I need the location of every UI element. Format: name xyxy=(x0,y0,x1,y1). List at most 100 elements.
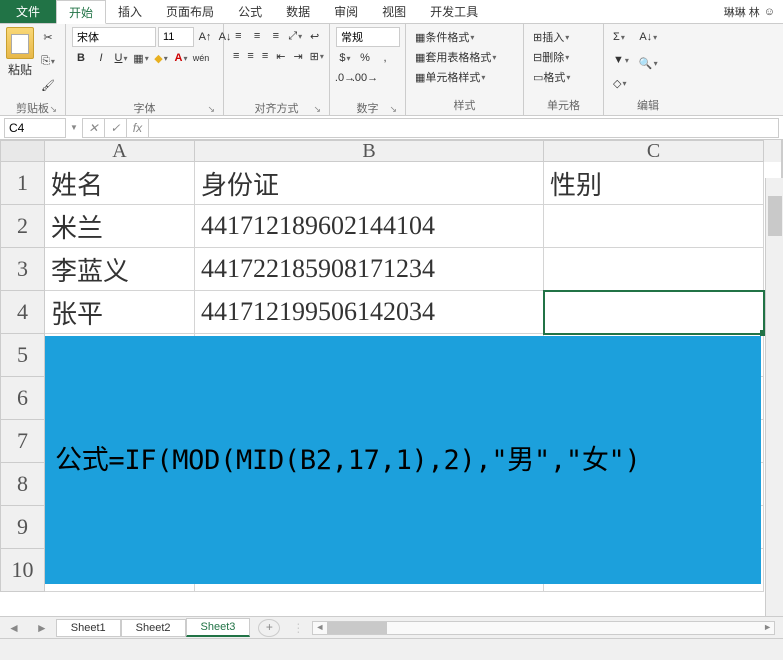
fx-cancel-button[interactable]: ✕ xyxy=(82,119,104,137)
row-header[interactable]: 4 xyxy=(0,291,45,334)
format-painter-button[interactable]: 🖌 xyxy=(38,75,58,95)
row-header[interactable]: 8 xyxy=(0,463,45,506)
align-launcher[interactable]: ↘ xyxy=(230,104,321,115)
cut-button[interactable]: ✂ xyxy=(40,27,55,47)
number-launcher[interactable]: ↘ xyxy=(336,104,397,115)
col-header-B[interactable]: B xyxy=(195,140,544,162)
paste-icon[interactable] xyxy=(6,27,34,59)
indent-inc-button[interactable]: ⇥ xyxy=(290,47,305,65)
percent-button[interactable]: % xyxy=(356,49,374,67)
sheet-tab-bar: ◄ ► Sheet1 Sheet2 Sheet3 + ⋮ ◄► xyxy=(0,616,783,638)
align-right-button[interactable]: ≡ xyxy=(259,47,271,65)
group-editing-label: 编辑 xyxy=(610,95,686,115)
name-box[interactable] xyxy=(4,118,66,138)
cell-A4[interactable]: 张平 xyxy=(45,291,195,334)
indent-dec-button[interactable]: ⇤ xyxy=(273,47,288,65)
row-header[interactable]: 10 xyxy=(0,549,45,592)
cell-C3[interactable] xyxy=(544,248,764,291)
clipboard-launcher[interactable]: ↘ xyxy=(6,104,57,115)
border-button[interactable]: ▦▾ xyxy=(132,49,150,67)
fx-button[interactable]: fx xyxy=(126,119,148,137)
cell-B2[interactable]: 441712189602144104 xyxy=(195,205,544,248)
fx-accept-button[interactable]: ✓ xyxy=(104,119,126,137)
sort-filter-button[interactable]: A↓▾ xyxy=(636,27,660,47)
row-header[interactable]: 5 xyxy=(0,334,45,377)
row-header[interactable]: 2 xyxy=(0,205,45,248)
cell-A2[interactable]: 米兰 xyxy=(45,205,195,248)
paste-label[interactable]: 粘贴 xyxy=(8,61,32,78)
comma-button[interactable]: , xyxy=(376,49,394,67)
cell-C4[interactable] xyxy=(544,291,764,334)
col-header-C[interactable]: C xyxy=(544,140,764,162)
currency-button[interactable]: $▾ xyxy=(336,49,354,67)
tab-file[interactable]: 文件 xyxy=(0,0,56,23)
font-launcher[interactable]: ↘ xyxy=(72,104,215,115)
formula-bar: ▼ ✕ ✓ fx xyxy=(0,116,783,140)
align-top-button[interactable]: ≡ xyxy=(230,27,247,45)
tab-insert[interactable]: 插入 xyxy=(106,0,154,23)
conditional-format-button[interactable]: ▦ 条件格式▾ xyxy=(412,27,517,47)
number-format-select[interactable] xyxy=(336,27,400,47)
row-header[interactable]: 1 xyxy=(0,162,45,205)
fill-color-button[interactable]: ◆▾ xyxy=(152,49,170,67)
phonetic-button[interactable]: wén xyxy=(192,49,210,67)
italic-button[interactable]: I xyxy=(92,49,110,67)
tab-home[interactable]: 开始 xyxy=(56,0,106,24)
autosum-button[interactable]: Σ▾ xyxy=(610,27,628,47)
sheet-nav-next[interactable]: ► xyxy=(28,621,56,635)
cell-B3[interactable]: 441722185908171234 xyxy=(195,248,544,291)
align-bottom-button[interactable]: ≡ xyxy=(268,27,285,45)
vertical-scrollbar[interactable] xyxy=(765,178,783,648)
find-select-button[interactable]: 🔍▾ xyxy=(636,53,661,73)
underline-button[interactable]: U▾ xyxy=(112,49,130,67)
fill-button[interactable]: ▼▾ xyxy=(610,50,632,70)
row-header[interactable]: 9 xyxy=(0,506,45,549)
align-center-button[interactable]: ≡ xyxy=(244,47,256,65)
sheet-nav-prev[interactable]: ◄ xyxy=(0,621,28,635)
table-format-button[interactable]: ▦ 套用表格格式▾ xyxy=(412,47,517,67)
tab-formula[interactable]: 公式 xyxy=(226,0,274,23)
format-cells-button[interactable]: ▭ 格式▾ xyxy=(530,67,597,87)
sheet-tab[interactable]: Sheet2 xyxy=(121,619,186,637)
orientation-button[interactable]: ⤢▾ xyxy=(286,27,304,45)
col-header-A[interactable]: A xyxy=(45,140,195,162)
dec-decimal-button[interactable]: .00→ xyxy=(356,69,374,87)
delete-cells-button[interactable]: ⊟ 删除▾ xyxy=(530,47,597,67)
insert-cells-button[interactable]: ⊞ 插入▾ xyxy=(530,27,597,47)
tab-review[interactable]: 审阅 xyxy=(322,0,370,23)
cell-B4[interactable]: 441712199506142034 xyxy=(195,291,544,334)
grow-font-button[interactable]: A↑ xyxy=(196,28,214,46)
formula-input[interactable] xyxy=(149,118,779,138)
row-header[interactable]: 7 xyxy=(0,420,45,463)
copy-button[interactable]: ⎘▾ xyxy=(38,51,58,71)
align-left-button[interactable]: ≡ xyxy=(230,47,242,65)
font-size-select[interactable] xyxy=(158,27,194,47)
align-middle-button[interactable]: ≡ xyxy=(249,27,266,45)
cell-A1[interactable]: 姓名 xyxy=(45,162,195,205)
bold-button[interactable]: B xyxy=(72,49,90,67)
cell-C1[interactable]: 性别 xyxy=(544,162,764,205)
tab-data[interactable]: 数据 xyxy=(274,0,322,23)
select-all-corner[interactable] xyxy=(0,140,45,162)
clear-button[interactable]: ◇▾ xyxy=(610,73,629,93)
sheet-tab[interactable]: Sheet3 xyxy=(186,618,251,637)
font-name-select[interactable] xyxy=(72,27,156,47)
user-name[interactable]: 琳琳 林 ☺ xyxy=(716,0,783,23)
row-header[interactable]: 3 xyxy=(0,248,45,291)
row-header[interactable]: 6 xyxy=(0,377,45,420)
font-color-button[interactable]: A▾ xyxy=(172,49,190,67)
scroll-thumb[interactable] xyxy=(327,622,387,634)
cell-A3[interactable]: 李蓝义 xyxy=(45,248,195,291)
tab-layout[interactable]: 页面布局 xyxy=(154,0,226,23)
wrap-text-button[interactable]: ↩ xyxy=(306,27,323,45)
tab-view[interactable]: 视图 xyxy=(370,0,418,23)
cell-style-button[interactable]: ▦ 单元格样式▾ xyxy=(412,67,517,87)
cell-C2[interactable] xyxy=(544,205,764,248)
merge-button[interactable]: ⊞▾ xyxy=(308,47,326,65)
cell-B1[interactable]: 身份证 xyxy=(195,162,544,205)
horizontal-scrollbar[interactable]: ◄► xyxy=(312,621,775,635)
tab-dev[interactable]: 开发工具 xyxy=(418,0,490,23)
new-sheet-button[interactable]: + xyxy=(258,619,280,637)
sheet-tab[interactable]: Sheet1 xyxy=(56,619,121,637)
scroll-thumb[interactable] xyxy=(768,196,782,236)
